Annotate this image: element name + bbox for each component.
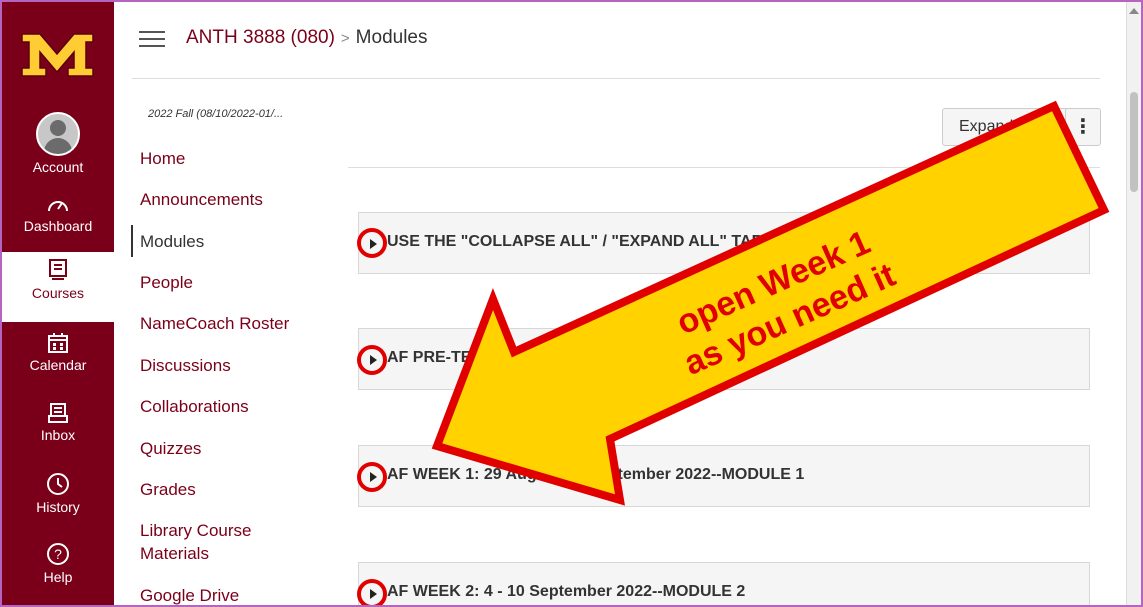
inbox-icon	[48, 403, 68, 423]
module-title: USE THE "COLLAPSE ALL" / "EXPAND ALL" TA…	[387, 233, 829, 250]
course-nav-announcements[interactable]: Announcements	[140, 188, 263, 211]
course-nav-google-drive[interactable]: Google Drive	[140, 584, 239, 605]
breadcrumb-current-page: Modules	[355, 27, 428, 48]
expand-triangle-icon[interactable]	[370, 239, 377, 249]
global-nav-label: Calendar	[29, 357, 87, 373]
global-nav-account[interactable]: Account	[2, 112, 114, 176]
module-title: AF PRE-TERM ... (NOT DUE, but read)	[387, 349, 674, 366]
course-nav-quizzes[interactable]: Quizzes	[140, 437, 201, 460]
course-nav-grades[interactable]: Grades	[140, 478, 196, 501]
breadcrumb-separator: >	[340, 30, 350, 47]
global-nav-label: History	[36, 499, 80, 515]
course-nav-people[interactable]: People	[140, 271, 193, 294]
expand-all-button[interactable]: Expand All	[942, 108, 1072, 146]
module-title: AF WEEK 1: 29 August - 3 September 2022-…	[387, 466, 805, 483]
expand-triangle-icon[interactable]	[370, 472, 377, 482]
course-nav-library-course-materials[interactable]: Library Course Materials	[140, 519, 280, 565]
browser-frame: Account Dashboard Courses Calendar Inbox…	[0, 0, 1143, 607]
global-nav-label: Inbox	[40, 427, 76, 443]
global-nav-label: Courses	[31, 285, 85, 301]
global-nav-courses[interactable]: Courses	[2, 252, 114, 322]
clock-icon	[47, 473, 69, 495]
breadcrumb-course-link[interactable]: ANTH 3888 (080)	[186, 27, 335, 48]
university-logo[interactable]	[20, 20, 95, 80]
course-nav-namecoach-roster[interactable]: NameCoach Roster	[140, 312, 289, 335]
module-header[interactable]: AF WEEK 1: 29 August - 3 September 2022-…	[358, 445, 1090, 507]
vertical-scrollbar[interactable]	[1126, 2, 1141, 605]
more-options-icon[interactable]: ⋮	[1065, 108, 1101, 146]
header-divider	[132, 78, 1100, 79]
svg-text:?: ?	[54, 546, 62, 562]
module-header[interactable]: USE THE "COLLAPSE ALL" / "EXPAND ALL" TA…	[358, 212, 1090, 274]
expand-triangle-icon[interactable]	[370, 355, 377, 365]
global-nav-label: Dashboard	[23, 218, 93, 234]
global-nav-help[interactable]: ? Help	[2, 542, 114, 586]
term-label: 2022 Fall (08/10/2022-01/...	[148, 108, 284, 120]
avatar	[36, 112, 80, 156]
module-title: AF WEEK 2: 4 - 10 September 2022--MODULE…	[387, 583, 746, 600]
global-nav-history[interactable]: History	[2, 472, 114, 516]
content-divider	[348, 167, 1100, 168]
course-nav-discussions[interactable]: Discussions	[140, 354, 231, 377]
global-nav-label: Help	[43, 569, 73, 585]
global-nav-label: Account	[32, 159, 84, 175]
course-nav-modules[interactable]: Modules	[140, 230, 204, 253]
calendar-icon	[48, 333, 68, 353]
global-nav-dashboard[interactable]: Dashboard	[2, 195, 114, 235]
dashboard-icon	[48, 201, 68, 212]
global-nav-calendar[interactable]: Calendar	[2, 332, 114, 374]
global-nav-inbox[interactable]: Inbox	[2, 402, 114, 444]
course-nav-home[interactable]: Home	[140, 147, 185, 170]
breadcrumb: ANTH 3888 (080) > Modules	[186, 27, 428, 49]
courses-icon	[49, 259, 67, 280]
help-icon: ?	[47, 543, 69, 565]
annotation-arrow: open Week 1 as you need it	[431, 100, 1110, 506]
active-indicator	[131, 225, 133, 257]
module-header[interactable]: AF WEEK 2: 4 - 10 September 2022--MODULE…	[358, 562, 1090, 605]
expand-triangle-icon[interactable]	[370, 589, 377, 599]
scrollbar-thumb[interactable]	[1130, 92, 1138, 192]
module-header[interactable]: AF PRE-TERM ... (NOT DUE, but read)	[358, 328, 1090, 390]
scroll-up-icon[interactable]	[1129, 8, 1139, 14]
hamburger-menu-icon[interactable]	[139, 29, 165, 49]
global-nav: Account Dashboard Courses Calendar Inbox…	[2, 2, 114, 605]
course-nav-collaborations[interactable]: Collaborations	[140, 395, 249, 418]
